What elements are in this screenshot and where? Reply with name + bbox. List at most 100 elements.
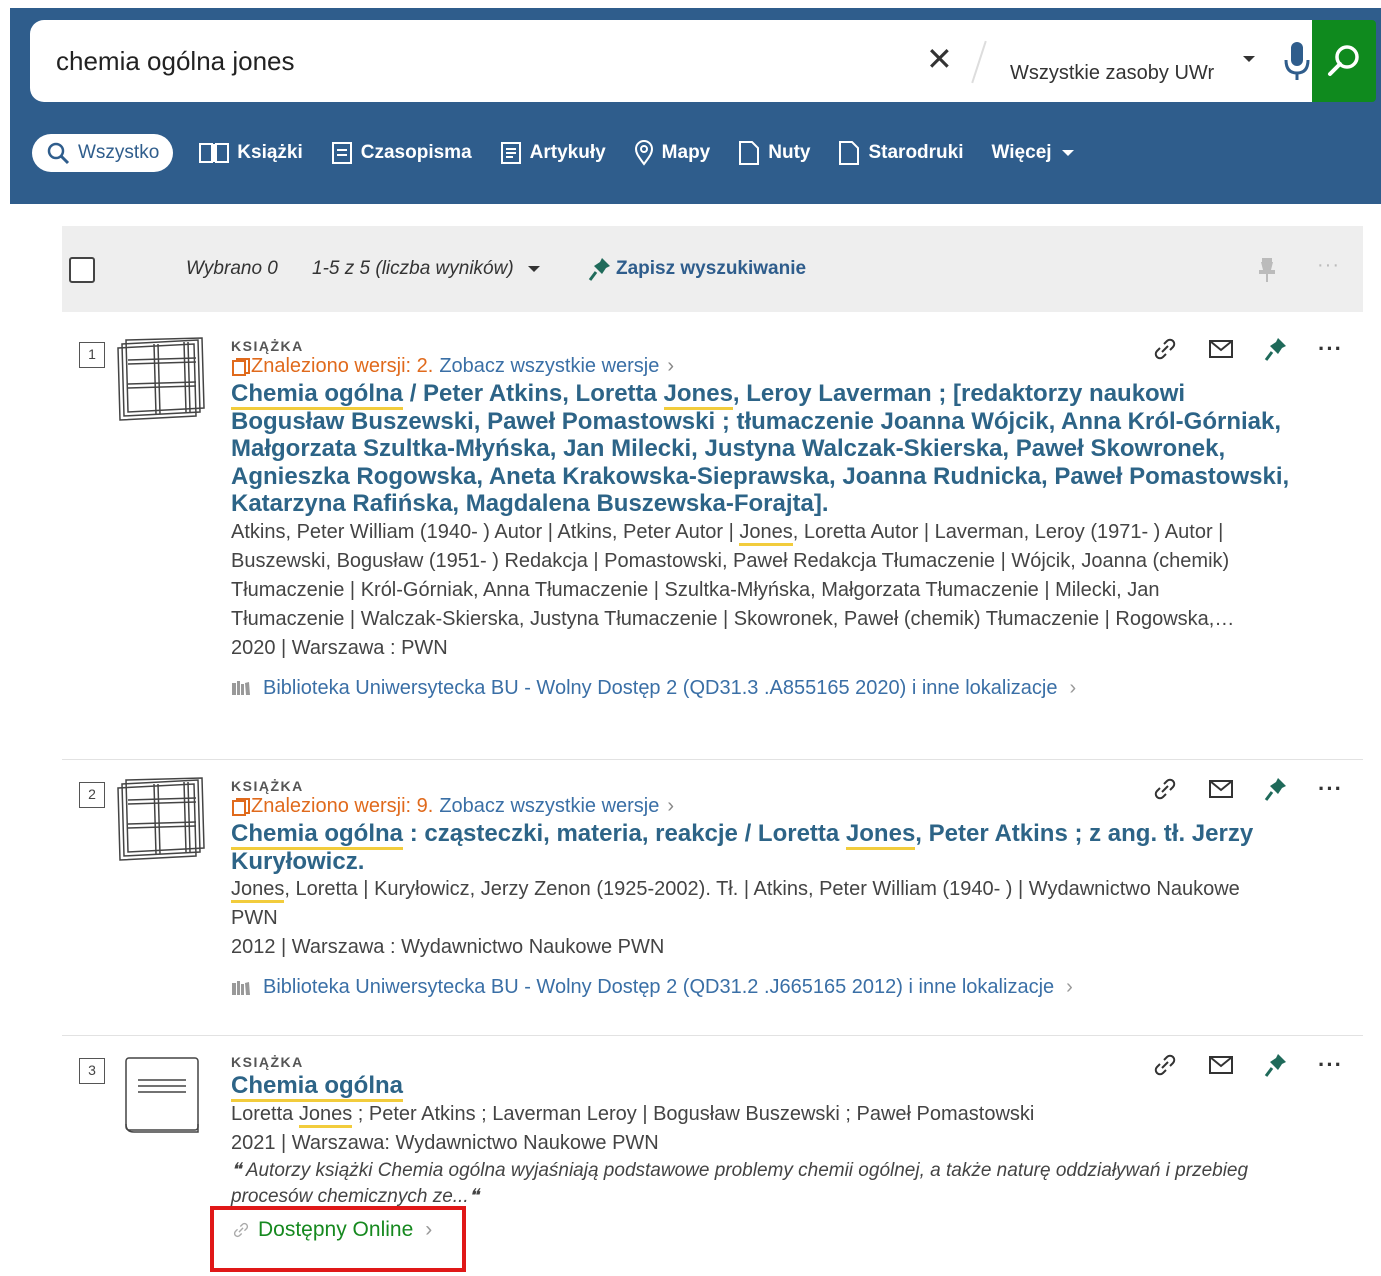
journal-icon — [331, 142, 352, 164]
more-actions-icon[interactable]: ··· — [1318, 778, 1343, 800]
chevron-right-icon[interactable]: › — [667, 355, 674, 378]
more-actions-icon[interactable]: ··· — [1318, 1054, 1343, 1076]
result-title-link[interactable]: Chemia ogólna / Peter Atkins, Loretta Jo… — [231, 380, 1301, 518]
quote-open-icon: ❝ — [231, 1159, 246, 1181]
description-quote: ❝ Autorzy książki Chemia ogólna wyjaśnia… — [231, 1158, 1301, 1210]
authors-text: , Loretta Autor | Laverman, Leroy (1971-… — [792, 520, 1224, 543]
result-item: 2 KSIĄŻKA Znaleziono wersji: 9. Zobacz w… — [62, 762, 1363, 1036]
authors-text: ; Peter Atkins ; Laverman Leroy | Bogusł… — [352, 1102, 1035, 1125]
pin-icon[interactable] — [1257, 256, 1277, 289]
pin-icon[interactable] — [1264, 776, 1288, 802]
versions-count: Znaleziono wersji: 9. — [251, 795, 434, 817]
authors: Atkins, Peter William (1940- ) Autor | A… — [231, 518, 1301, 663]
tab-nuty[interactable]: Nuty — [738, 134, 810, 172]
title-highlight: Chemia ogólna — [231, 820, 404, 850]
tab-label: Książki — [237, 142, 303, 163]
versions-count: Znaleziono wersji: 2. — [251, 355, 434, 377]
location-link[interactable]: Biblioteka Uniwersytecka BU - Wolny Dost… — [231, 976, 1301, 999]
resource-type-tabs: Wszystko Książki Czasopisma Artykuły Map… — [32, 134, 1102, 172]
more-options-icon[interactable]: ··· — [1317, 254, 1340, 277]
quote-close-icon: ❝ — [468, 1185, 479, 1207]
book-stack-icon — [114, 776, 210, 867]
authors-highlight: Jones — [739, 520, 793, 546]
book-stack-icon — [114, 336, 210, 427]
publication-info: 2020 | Warszawa : PWN — [231, 636, 448, 659]
chevron-right-icon[interactable]: › — [667, 795, 674, 818]
chevron-down-icon[interactable] — [528, 266, 540, 272]
result-title-link[interactable]: Chemia ogólna : cząsteczki, materia, rea… — [231, 820, 1301, 875]
result-content: KSIĄŻKA Znaleziono wersji: 2. Zobacz wsz… — [231, 338, 1301, 700]
email-icon[interactable] — [1208, 778, 1234, 800]
library-icon — [232, 980, 250, 995]
result-number: 3 — [79, 1058, 105, 1084]
title-highlight: Chemia ogólna — [231, 380, 404, 410]
result-number: 2 — [79, 782, 105, 808]
pin-icon[interactable] — [1264, 1052, 1288, 1078]
article-icon — [500, 142, 521, 164]
authors-text: PWN — [231, 907, 278, 929]
permalink-icon[interactable] — [1152, 336, 1178, 362]
versions-icon — [232, 357, 250, 376]
permalink-icon[interactable] — [1152, 1052, 1178, 1078]
tab-label: Wszystko — [78, 142, 160, 163]
pin-icon[interactable] — [1264, 336, 1288, 362]
chevron-down-icon — [1061, 150, 1074, 156]
authors-highlight: Jones — [298, 1102, 353, 1128]
pin-icon — [588, 258, 610, 281]
authors-text: , Loretta | Kuryłowicz, Jerzy Zenon (192… — [284, 878, 1240, 900]
selected-count: Wybrano 0 — [186, 258, 278, 279]
authors-text: Loretta — [231, 1102, 299, 1125]
authors: Jones, Loretta | Kuryłowicz, Jerzy Zenon… — [231, 875, 1301, 962]
publication-info: 2021 | Warszawa: Wydawnictwo Naukowe PWN — [231, 1131, 659, 1154]
tab-ksiazki[interactable]: Książki — [199, 134, 303, 172]
map-pin-icon — [634, 140, 653, 166]
highlight-callout-box — [210, 1206, 466, 1272]
quote-text: Autorzy książki Chemia ogólna wyjaśniają… — [231, 1159, 1249, 1207]
see-all-versions-link[interactable]: Zobacz wszystkie wersje — [439, 355, 659, 378]
email-icon[interactable] — [1208, 1054, 1234, 1076]
result-actions: ··· — [1122, 336, 1343, 362]
tab-starodruki[interactable]: Starodruki — [838, 134, 964, 172]
tab-label: Starodruki — [868, 142, 964, 163]
book-cover-icon — [114, 1052, 210, 1143]
title-text: / Peter Atkins, Loretta — [403, 380, 664, 407]
title-text: : cząsteczki, materia, reakcje / Loretta — [403, 820, 846, 847]
save-search-label: Zapisz wyszukiwanie — [616, 258, 807, 279]
tab-artykuly[interactable]: Artykuły — [500, 134, 606, 172]
authors-text: Atkins, Peter William (1940- ) Autor | A… — [231, 520, 740, 543]
location-text: Biblioteka Uniwersytecka BU - Wolny Dost… — [263, 676, 1058, 699]
search-button[interactable] — [1312, 20, 1376, 102]
title-highlight: Jones — [845, 820, 916, 850]
see-all-versions-link[interactable]: Zobacz wszystkie wersje — [439, 795, 659, 818]
authors-text: Buszewski, Bogusław (1951- ) Redakcja | … — [231, 549, 1230, 572]
tab-czasopisma[interactable]: Czasopisma — [331, 134, 472, 172]
result-item: 1 KSIĄŻKA Znaleziono wersji: 2. Zobacz w… — [62, 322, 1363, 760]
tab-mapy[interactable]: Mapy — [634, 134, 710, 172]
microphone-icon[interactable] — [1284, 42, 1310, 87]
tab-label: Więcej — [991, 142, 1052, 163]
tab-label: Artykuły — [529, 142, 606, 163]
book-open-icon — [199, 143, 230, 163]
authors-text: Tłumaczenie | Walczak-Skierska, Justyna … — [231, 607, 1235, 630]
search-box: chemia ogólna jones ✕ Wszystkie zasoby U… — [30, 20, 1313, 102]
result-number: 1 — [79, 342, 105, 368]
title-highlight: Chemia ogólna — [231, 1072, 404, 1102]
more-actions-icon[interactable]: ··· — [1318, 338, 1343, 360]
select-all-checkbox[interactable] — [69, 257, 95, 283]
search-input[interactable]: chemia ogólna jones — [56, 46, 295, 77]
authors-highlight: Jones — [231, 878, 285, 903]
permalink-icon[interactable] — [1152, 776, 1178, 802]
results-range-dropdown[interactable]: 1-5 z 5 (liczba wyników) — [312, 258, 514, 280]
location-link[interactable]: Biblioteka Uniwersytecka BU - Wolny Dost… — [231, 677, 1301, 700]
email-icon[interactable] — [1208, 338, 1234, 360]
search-icon — [1328, 45, 1359, 76]
result-content: KSIĄŻKA Znaleziono wersji: 9. Zobacz wsz… — [231, 778, 1301, 999]
results-toolbar: Wybrano 0 1-5 z 5 (liczba wyników) Zapis… — [62, 226, 1363, 312]
clear-search-icon[interactable]: ✕ — [926, 42, 953, 76]
tab-wiecej[interactable]: Więcej — [992, 134, 1074, 172]
tab-wszystko[interactable]: Wszystko — [32, 134, 174, 172]
save-search-button[interactable]: Zapisz wyszukiwanie — [588, 256, 806, 282]
publication-info: 2012 | Warszawa : Wydawnictwo Naukowe PW… — [231, 936, 665, 958]
scope-caret-icon[interactable] — [1243, 56, 1255, 62]
search-scope-select[interactable]: Wszystkie zasoby UWr — [1010, 62, 1214, 85]
